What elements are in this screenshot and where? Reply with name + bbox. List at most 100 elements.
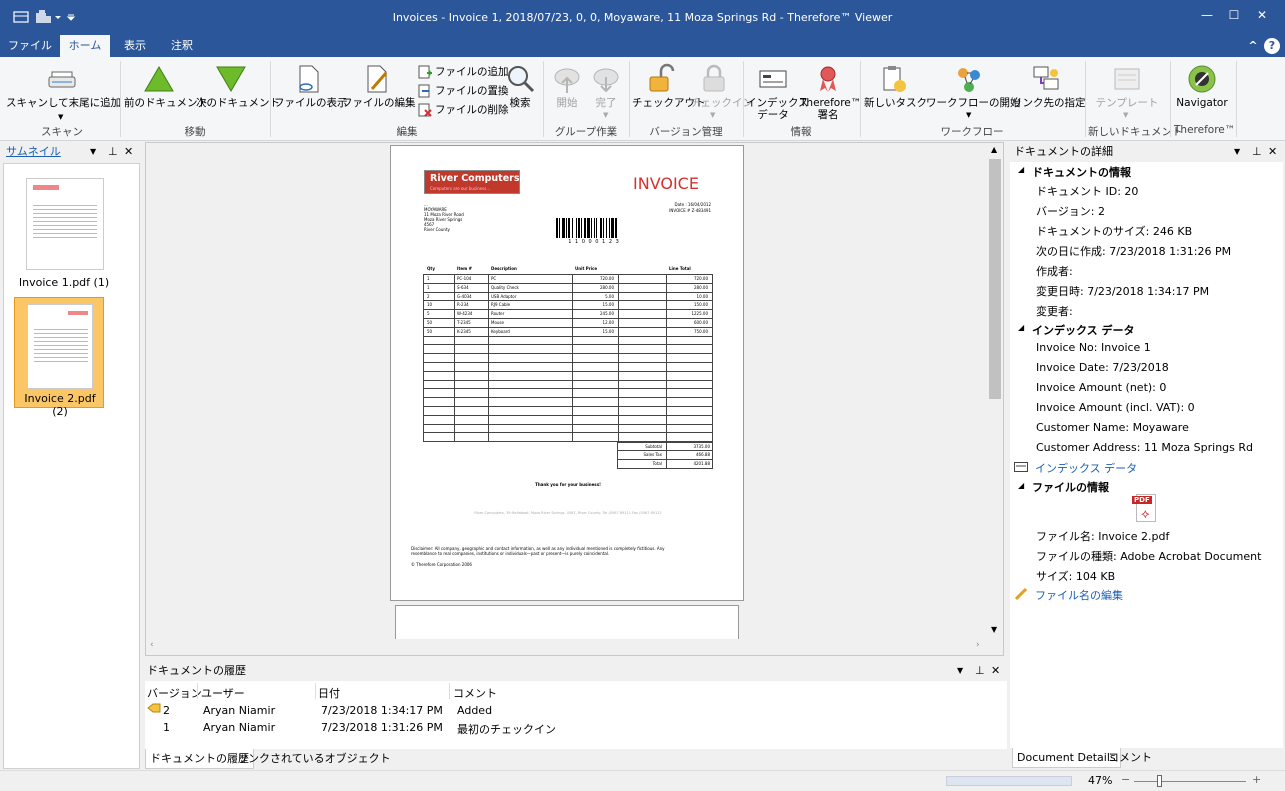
link-target-button[interactable]: リンク先の指定 bbox=[1012, 61, 1086, 119]
start-label: 開始 bbox=[556, 97, 578, 109]
vertical-scrollbar[interactable]: ▲ ▼ bbox=[987, 143, 1003, 639]
search-button[interactable]: 検索 bbox=[500, 61, 540, 119]
scroll-right-icon[interactable]: › bbox=[976, 640, 980, 650]
document-viewer[interactable]: River Computers Computers are our busine… bbox=[145, 142, 1004, 656]
thumbnail-table bbox=[33, 205, 97, 241]
scan-append-button[interactable]: スキャンして末尾に追加 ▼ bbox=[6, 61, 121, 121]
new-task-button[interactable]: 新しいタスク bbox=[864, 61, 927, 119]
tab-view[interactable]: 表示 bbox=[114, 35, 156, 57]
start-button[interactable]: 開始 bbox=[548, 61, 586, 119]
scroll-up-icon[interactable]: ▲ bbox=[991, 145, 997, 154]
prev-document-button[interactable]: 前のドキュメント bbox=[124, 61, 208, 119]
barcode-bar bbox=[576, 218, 577, 238]
thumbnail-item-selected[interactable]: Invoice 2.pdf (2) bbox=[14, 297, 104, 418]
pane-menu-icon[interactable]: ▼ bbox=[1234, 142, 1240, 162]
maximize-button[interactable]: ☐ bbox=[1222, 6, 1246, 24]
tab-home[interactable]: ホーム bbox=[60, 35, 110, 57]
zoom-out-button[interactable]: − bbox=[1121, 773, 1130, 786]
dropdown-arrow-icon: ▼ bbox=[966, 111, 972, 119]
invoice-cell: PC bbox=[491, 276, 497, 281]
zoom-in-button[interactable]: + bbox=[1252, 773, 1261, 786]
start-workflow-button[interactable]: ワークフローの開始 ▼ bbox=[926, 61, 1021, 119]
minimize-button[interactable]: — bbox=[1195, 6, 1219, 24]
invoice-cell-divider bbox=[666, 443, 667, 451]
expand-arrow-icon[interactable]: ◢ bbox=[1018, 481, 1024, 490]
invoice-cell-divider bbox=[572, 389, 573, 398]
thumbnail-item[interactable]: Invoice 1.pdf (1) bbox=[14, 172, 114, 292]
pin-icon[interactable]: ⊥ bbox=[1252, 142, 1262, 162]
table-row[interactable]: 2 Aryan Niamir 7/23/2018 1:34:17 PM Adde… bbox=[145, 701, 1007, 718]
therefore-sign-button[interactable]: Therefore™ 署名 bbox=[800, 61, 861, 121]
invoice-cell-divider bbox=[572, 380, 573, 389]
zoom-slider-track[interactable] bbox=[1134, 781, 1246, 782]
help-icon[interactable]: ? bbox=[1264, 38, 1280, 54]
expand-arrow-icon[interactable]: ◢ bbox=[1018, 165, 1024, 174]
delete-file-label: ファイルの削除 bbox=[435, 104, 509, 116]
date-cell: 7/23/2018 1:31:26 PM bbox=[321, 721, 443, 734]
barcode-bar bbox=[603, 218, 604, 238]
thumbnail-pane-header: サムネイル ▼ ⊥ ✕ bbox=[4, 142, 140, 162]
thanks-text: Thank you for your business! bbox=[535, 482, 601, 487]
invoice-cell-divider bbox=[454, 275, 455, 283]
scrollbar-thumb[interactable] bbox=[989, 159, 1001, 399]
scroll-left-icon[interactable]: ‹ bbox=[150, 640, 154, 650]
index-data-button[interactable]: インデックス データ bbox=[746, 61, 809, 121]
view-file-button[interactable]: ファイルの表示 bbox=[274, 61, 348, 119]
pane-menu-icon[interactable]: ▼ bbox=[957, 661, 963, 681]
user-cell: Aryan Niamir bbox=[203, 721, 276, 734]
edit-file-button[interactable]: ファイルの編集 bbox=[342, 61, 416, 119]
rename-file-link[interactable]: ファイル名の編集 bbox=[1035, 587, 1123, 603]
search-label: 検索 bbox=[509, 97, 531, 109]
invoice-cell-divider bbox=[618, 327, 619, 336]
replace-file-label: ファイルの置換 bbox=[435, 85, 509, 97]
prev-document-label: 前のドキュメント bbox=[124, 97, 208, 109]
column-header-user[interactable]: ユーザー bbox=[201, 685, 245, 701]
horizontal-scrollbar[interactable]: ‹ › bbox=[146, 639, 987, 655]
tab-comments[interactable]: コメント bbox=[1104, 748, 1156, 768]
invoice-cell-divider bbox=[666, 415, 667, 424]
unlock-icon bbox=[649, 63, 675, 92]
close-button[interactable]: ✕ bbox=[1250, 6, 1274, 24]
next-document-button[interactable]: 次のドキュメント bbox=[196, 61, 280, 119]
pane-close-icon[interactable]: ✕ bbox=[124, 142, 133, 162]
invoice-cell-divider bbox=[618, 415, 619, 424]
pane-menu-icon[interactable]: ▼ bbox=[90, 142, 96, 162]
invoice-total-row: Total 4201.88 bbox=[617, 460, 713, 470]
checkin-button[interactable]: チェックイン ▼ bbox=[690, 61, 753, 119]
template-button[interactable]: テンプレート ▼ bbox=[1090, 61, 1164, 119]
invoice-row: 1 PC-104 PC 720.00 720.00 bbox=[424, 275, 712, 284]
pin-icon[interactable]: ⊥ bbox=[975, 661, 985, 681]
details-pane-title: ドキュメントの詳細 bbox=[1014, 145, 1113, 158]
scroll-down-icon[interactable]: ▼ bbox=[991, 625, 997, 634]
invoice-cell-divider bbox=[572, 433, 573, 442]
expand-arrow-icon[interactable]: ◢ bbox=[1018, 323, 1024, 332]
pane-close-icon[interactable]: ✕ bbox=[991, 661, 1000, 681]
collapse-ribbon-button[interactable]: ^ bbox=[1246, 35, 1260, 57]
column-header-date[interactable]: 日付 bbox=[318, 685, 340, 701]
invoice-row bbox=[424, 415, 712, 425]
detail-item: ドキュメント ID: 20 bbox=[1036, 185, 1139, 198]
thumbnail-pane-title[interactable]: サムネイル bbox=[6, 142, 61, 162]
tab-linked-objects[interactable]: リンクされているオブジェクト bbox=[233, 749, 395, 769]
zoom-slider-thumb[interactable] bbox=[1157, 775, 1162, 787]
index-data-link[interactable]: インデックス データ bbox=[1035, 460, 1137, 476]
comment-cell: Added bbox=[457, 704, 493, 717]
invoice-cell: 10.00 bbox=[696, 293, 708, 299]
invoice-cell: G-4034 bbox=[457, 293, 472, 299]
checkout-button[interactable]: チェックアウト bbox=[632, 61, 706, 119]
pane-close-icon[interactable]: ✕ bbox=[1268, 142, 1277, 162]
done-button[interactable]: 完了 ▼ bbox=[588, 61, 624, 119]
table-row[interactable]: 1 Aryan Niamir 7/23/2018 1:31:26 PM 最初のチ… bbox=[145, 718, 1007, 736]
column-header-version[interactable]: バージョン bbox=[147, 685, 202, 701]
invoice-cell-divider bbox=[572, 371, 573, 380]
file-info-section-title: ファイルの情報 bbox=[1032, 481, 1109, 494]
status-bar: 47% − + bbox=[0, 770, 1285, 791]
invoice-cell: 1225.00 bbox=[691, 311, 708, 317]
navigator-button[interactable]: Navigator bbox=[1174, 61, 1230, 119]
tab-file[interactable]: ファイル bbox=[6, 35, 54, 57]
tab-annotation[interactable]: 注釈 bbox=[160, 35, 204, 57]
invoice-cell-divider bbox=[488, 310, 489, 318]
column-header-comment[interactable]: コメント bbox=[453, 685, 497, 701]
invoice-cell-divider bbox=[488, 406, 489, 415]
pin-icon[interactable]: ⊥ bbox=[108, 142, 118, 162]
